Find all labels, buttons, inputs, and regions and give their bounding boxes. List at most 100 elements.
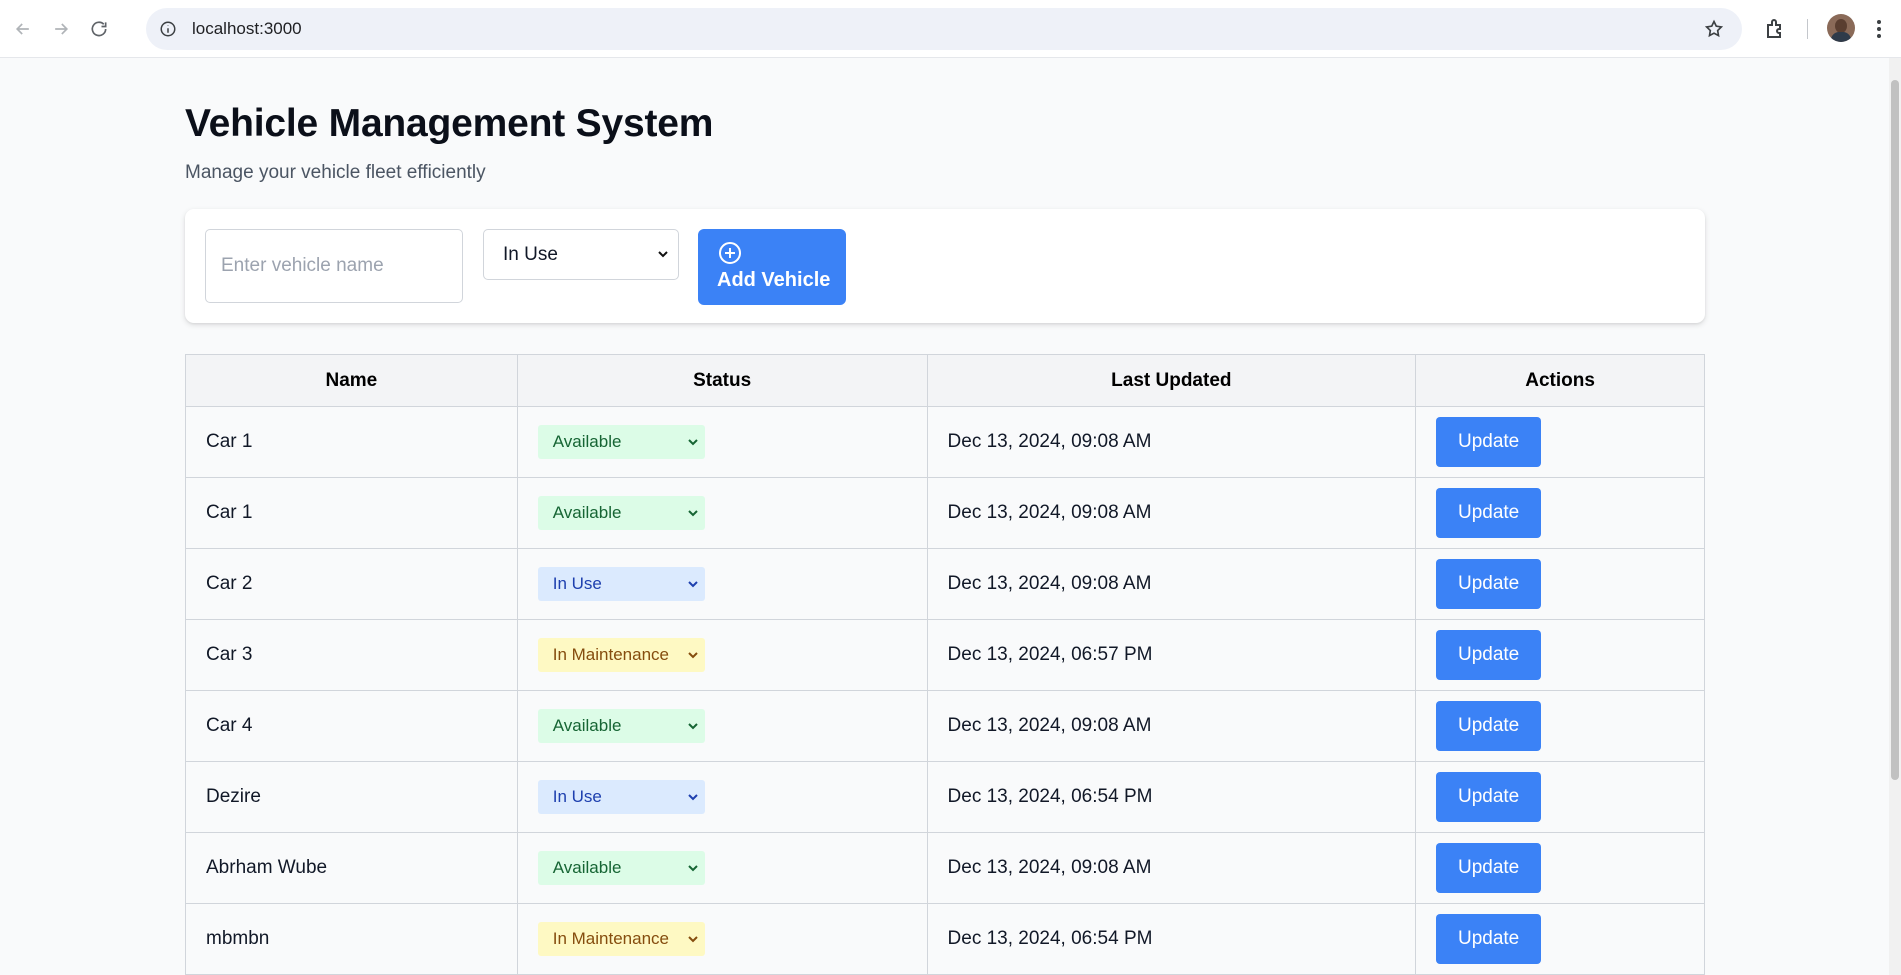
vehicle-name: Abrham Wube [206,857,328,878]
vehicle-status-value: Available [552,716,622,735]
column-header-name: Name [185,354,518,407]
chevron-down-icon [688,723,698,730]
vehicle-name-input[interactable] [205,229,463,303]
last-updated-cell: Dec 13, 2024, 09:08 AM [926,690,1417,762]
vehicle-status-select[interactable]: In Use [537,567,705,601]
table-header-row: Name Status Last Updated Actions [185,354,1705,407]
last-updated-cell: Dec 13, 2024, 09:08 AM [926,548,1417,620]
vehicle-name: Car 1 [206,502,253,523]
table-row: Car 3 In Maintenance Dec 13, 2024, 06:57 P… [185,619,1705,691]
update-button[interactable]: Update [1436,630,1542,680]
add-vehicle-form: In Use Add Vehicle [185,209,1705,323]
vehicle-status-value: In Maintenance [552,645,669,664]
last-updated-cell: Dec 13, 2024, 09:08 AM [926,832,1417,904]
actions-cell: Update [1415,406,1705,478]
vehicle-status-cell: Available [516,832,928,904]
actions-cell: Update [1415,548,1705,620]
bookmark-star-icon[interactable] [1704,19,1724,39]
vehicle-status-cell: Available [516,406,928,478]
vehicle-status-cell: In Maintenance [516,903,928,975]
chevron-down-icon [688,794,698,801]
vehicle-status-value: Available [552,503,622,522]
last-updated-cell: Dec 13, 2024, 06:54 PM [926,761,1417,833]
vehicle-status-select[interactable]: Available [537,496,705,530]
vehicle-status-cell: Available [516,690,928,762]
actions-cell: Update [1415,761,1705,833]
last-updated-value: Dec 13, 2024, 09:08 AM [947,573,1152,594]
browser-toolbar: localhost:3000 [0,0,1901,58]
vehicle-name: Dezire [206,786,261,807]
vehicle-status-value: In Use [552,574,602,593]
vehicle-name: Car 4 [206,715,253,736]
update-button[interactable]: Update [1436,488,1542,538]
last-updated-value: Dec 13, 2024, 09:08 AM [947,502,1152,523]
vehicle-name: Car 3 [206,644,253,665]
table-row: Car 4 Available Dec 13, 2024, 09:08 AM Upda… [185,690,1705,762]
chevron-down-icon [688,581,698,588]
table-row: mbmbn In Maintenance Dec 13, 2024, 06:54 P… [185,903,1705,975]
last-updated-cell: Dec 13, 2024, 06:54 PM [926,903,1417,975]
vehicle-status-select[interactable]: In Maintenance [537,638,705,672]
table-row: Car 1 Available Dec 13, 2024, 09:08 AM Upda… [185,477,1705,549]
vehicle-status-cell: In Maintenance [516,619,928,691]
vehicle-name: Car 2 [206,573,253,594]
update-button[interactable]: Update [1436,417,1542,467]
scrollbar-thumb[interactable] [1891,80,1899,780]
last-updated-cell: Dec 13, 2024, 06:57 PM [926,619,1417,691]
table-row: Car 2 In Use Dec 13, 2024, 09:08 AM Update [185,548,1705,620]
last-updated-value: Dec 13, 2024, 09:08 AM [947,857,1152,878]
chevron-down-icon [688,652,698,659]
actions-cell: Update [1415,690,1705,762]
vehicle-name-cell: Car 4 [185,690,518,762]
vehicle-status-cell: In Use [516,761,928,833]
last-updated-value: Dec 13, 2024, 09:08 AM [947,431,1152,452]
vehicle-status-select[interactable]: Available [537,425,705,459]
profile-avatar[interactable] [1827,14,1855,42]
update-button[interactable]: Update [1436,914,1542,964]
vehicle-status-select[interactable]: Available [537,709,705,743]
status-select[interactable]: In Use [483,229,679,280]
vehicle-status-select[interactable]: In Maintenance [537,922,705,956]
reload-icon[interactable] [84,14,114,44]
column-header-actions: Actions [1415,354,1705,407]
add-vehicle-label: Add Vehicle [717,269,831,291]
update-button[interactable]: Update [1436,843,1542,893]
last-updated-value: Dec 13, 2024, 06:54 PM [947,786,1153,807]
vehicle-status-select[interactable]: In Use [537,780,705,814]
page-scrollbar[interactable] [1889,58,1901,975]
last-updated-cell: Dec 13, 2024, 09:08 AM [926,406,1417,478]
vehicle-status-value: Available [552,432,622,451]
vehicle-status-cell: In Use [516,548,928,620]
vehicle-name-cell: Car 1 [185,406,518,478]
vehicle-status-select[interactable]: Available [537,851,705,885]
last-updated-cell: Dec 13, 2024, 09:08 AM [926,477,1417,549]
extensions-icon[interactable] [1764,17,1788,41]
actions-cell: Update [1415,832,1705,904]
table-row: Abrham Wube Available Dec 13, 2024, 09:08 … [185,832,1705,904]
add-vehicle-button[interactable]: Add Vehicle [698,229,846,305]
url-text: localhost:3000 [192,19,302,38]
page-title: Vehicle Management System [185,102,714,145]
last-updated-value: Dec 13, 2024, 06:57 PM [947,644,1153,665]
chevron-down-icon [688,510,698,517]
vehicle-name: mbmbn [206,928,270,949]
update-button[interactable]: Update [1436,559,1542,609]
last-updated-value: Dec 13, 2024, 09:08 AM [947,715,1152,736]
update-button[interactable]: Update [1436,772,1542,822]
chevron-down-icon [688,439,698,446]
actions-cell: Update [1415,477,1705,549]
more-menu-icon[interactable] [1876,17,1882,41]
vehicle-status-cell: Available [516,477,928,549]
chevron-down-icon [688,936,698,943]
site-info-icon[interactable] [158,19,178,39]
vehicle-status-value: In Use [552,787,602,806]
table-row: Car 1 Available Dec 13, 2024, 09:08 AM Upda… [185,406,1705,478]
vehicle-name: Car 1 [206,431,253,452]
vehicle-name-cell: Abrham Wube [185,832,518,904]
update-button[interactable]: Update [1436,701,1542,751]
forward-icon[interactable] [46,14,76,44]
back-icon[interactable] [8,14,38,44]
page-subtitle: Manage your vehicle fleet efficiently [185,162,486,183]
address-bar[interactable]: localhost:3000 [146,8,1742,50]
chevron-down-icon [688,865,698,872]
